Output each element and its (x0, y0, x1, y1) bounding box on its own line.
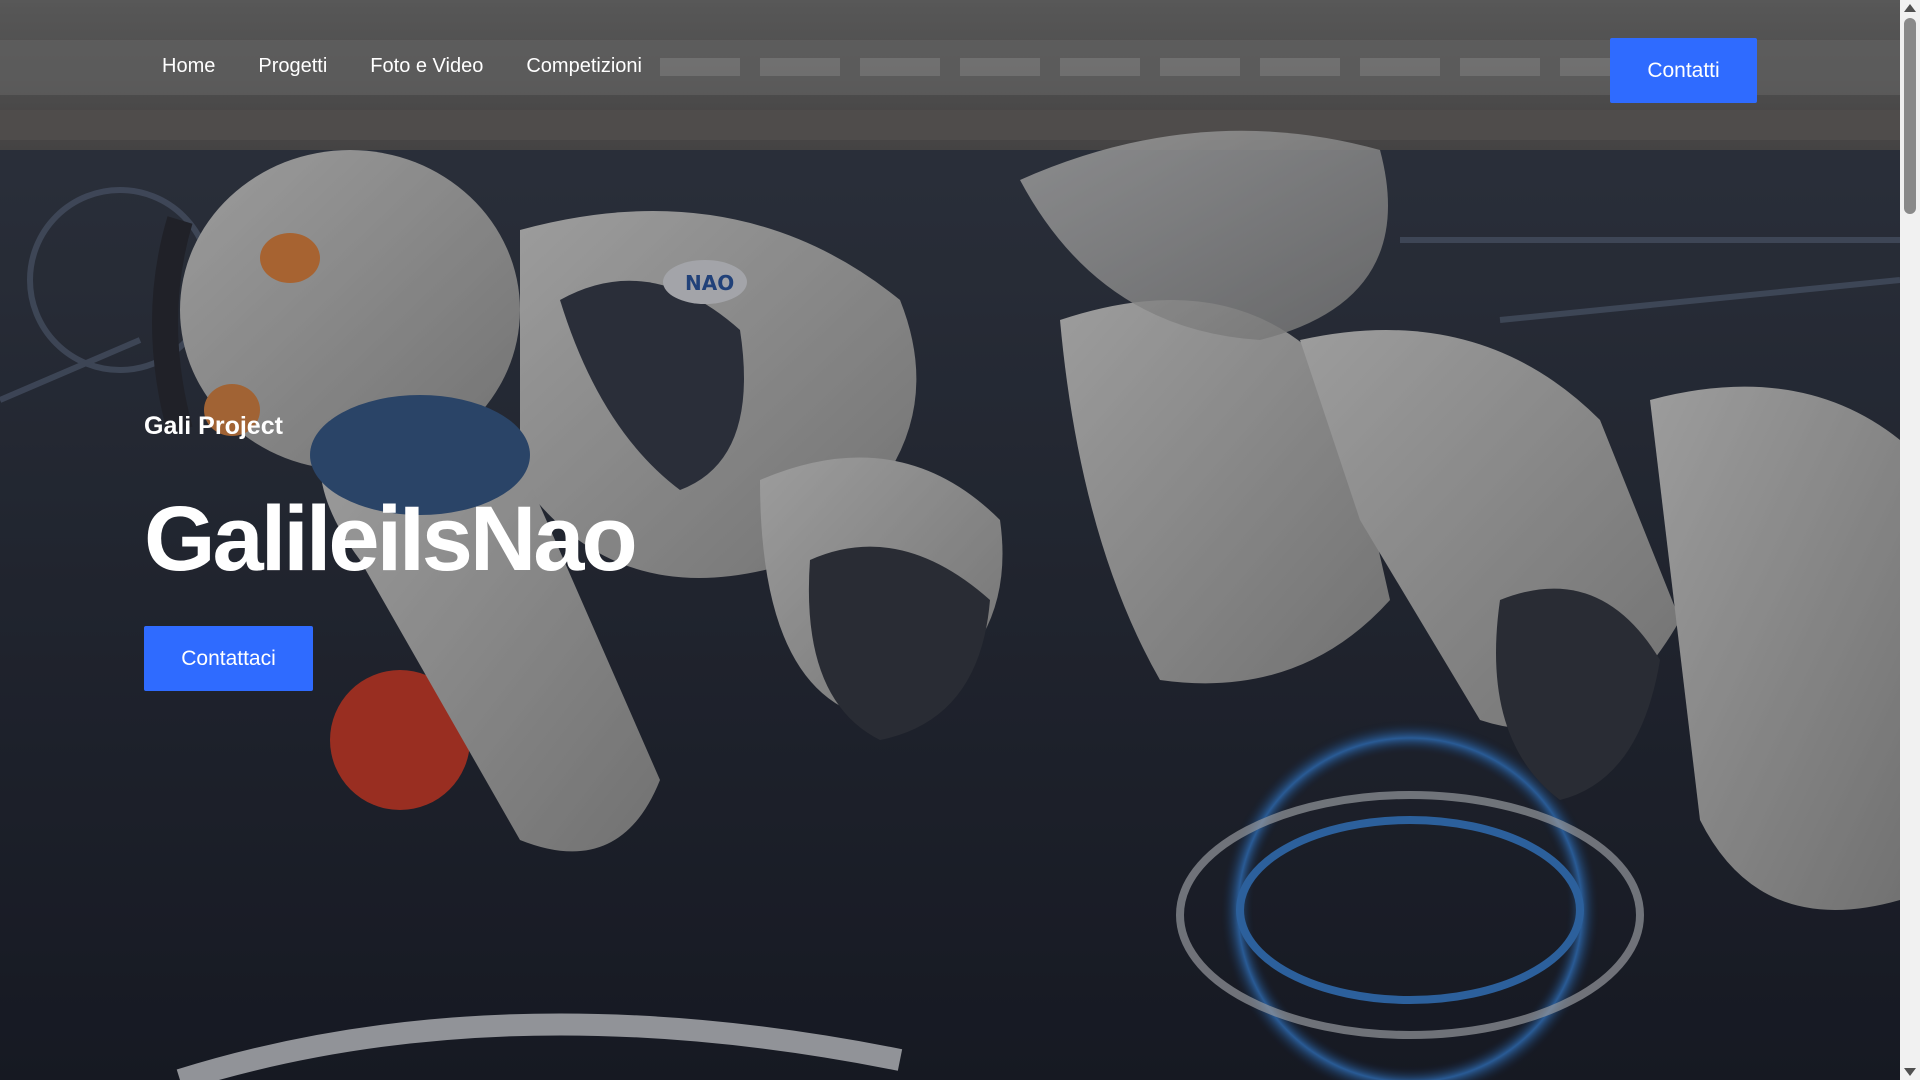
contatti-button[interactable]: Contatti (1610, 38, 1757, 103)
scroll-thumb[interactable] (1904, 18, 1916, 214)
scroll-up-arrow-icon[interactable] (1904, 4, 1916, 12)
nav-link-progetti[interactable]: Progetti (258, 50, 327, 82)
nav-link-competizioni[interactable]: Competizioni (526, 50, 642, 82)
page: NAO Home Progetti Foto e Video Competizi… (0, 0, 1920, 1080)
top-navbar: Home Progetti Foto e Video Competizioni … (0, 0, 1900, 120)
hero-title: GalileiIsNao (144, 488, 638, 590)
scroll-down-arrow-icon[interactable] (1904, 1068, 1916, 1076)
nav-links: Home Progetti Foto e Video Competizioni (162, 50, 685, 82)
nav-link-home[interactable]: Home (162, 50, 215, 82)
hero-section: Gali Project GalileiIsNao Contattaci (144, 408, 638, 691)
vertical-scrollbar[interactable] (1900, 0, 1920, 1080)
contattaci-button[interactable]: Contattaci (144, 626, 313, 691)
nav-link-foto-e-video[interactable]: Foto e Video (370, 50, 483, 82)
hero-eyebrow: Gali Project (144, 412, 283, 440)
